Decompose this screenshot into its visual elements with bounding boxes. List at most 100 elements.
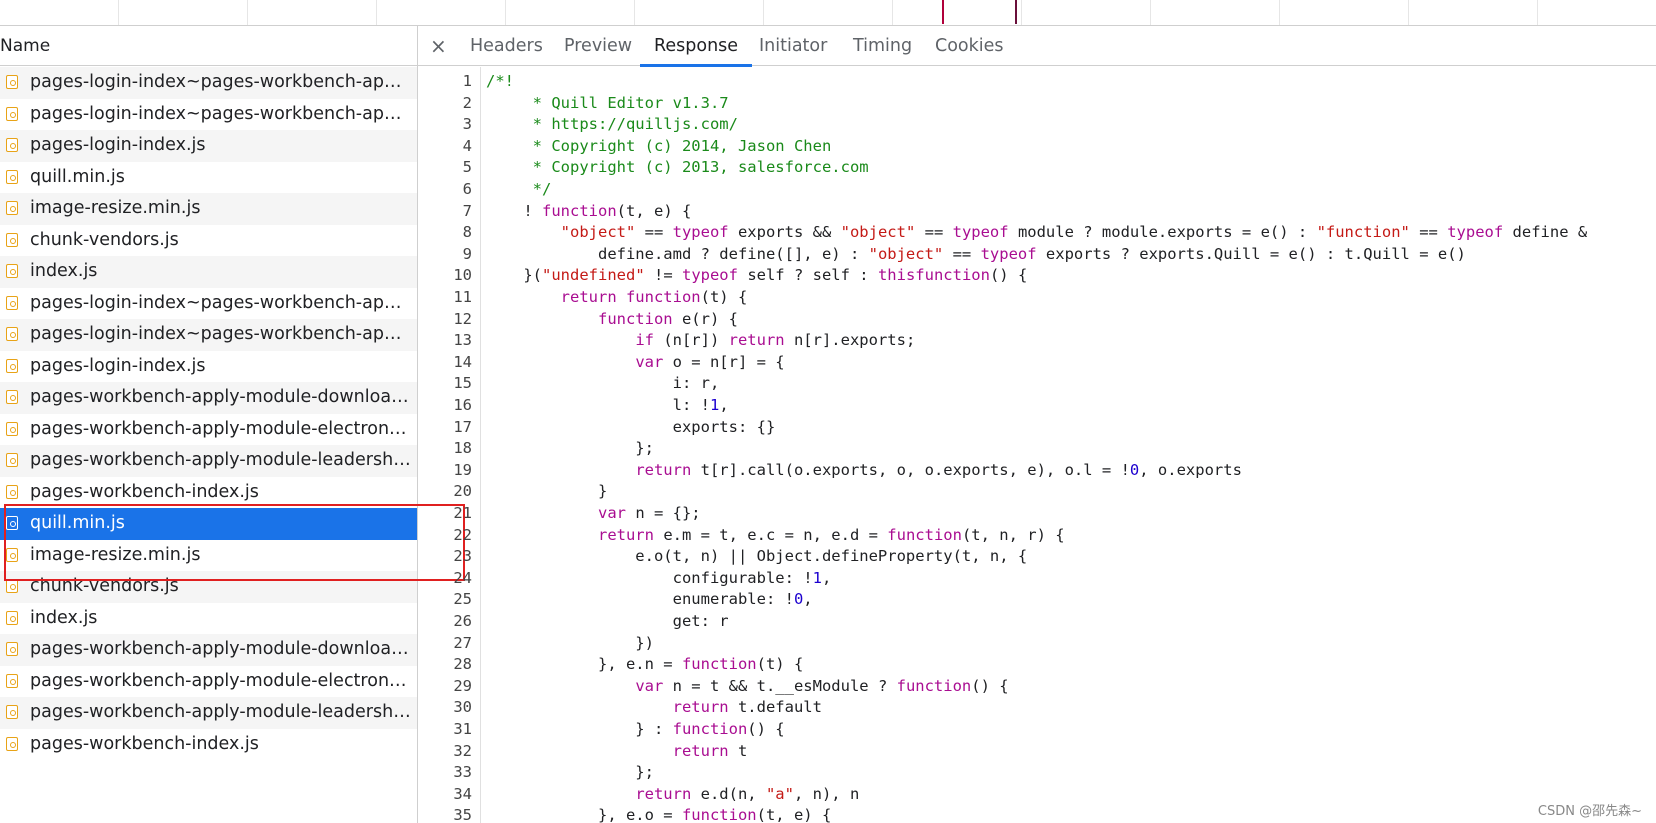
line-number: 19 [453, 460, 472, 479]
request-row[interactable]: pages-login-index.js [0, 130, 417, 162]
code-line: var n = t && t.__esModule ? function() { [486, 676, 1008, 698]
line-number: 22 [453, 525, 472, 544]
code-line: return function(t) { [486, 287, 748, 309]
code-token: return [635, 460, 692, 479]
tab-response[interactable]: Response [639, 26, 753, 67]
script-file-icon [6, 264, 18, 278]
script-file-icon [6, 75, 18, 89]
code-token: e.d(n, [691, 784, 766, 803]
tab-initiator[interactable]: Initiator [759, 26, 827, 66]
code-token: "a" [765, 784, 794, 803]
request-row[interactable]: pages-login-index~pages-workbench-apply-… [0, 67, 417, 99]
line-number: 7 [462, 201, 472, 220]
script-file-icon [6, 484, 18, 499]
line-number: 26 [453, 612, 472, 630]
code-line: return e.m = t, e.c = n, e.d = function(… [486, 525, 1065, 547]
code-token: "object" [868, 244, 944, 263]
line-number-gutter: 1 2 3 4 5 6 7 8 9 10 11 12 13 14 15 16 17 18 19 20 21 22 23 24 2… [418, 67, 481, 823]
script-file-icon [6, 327, 18, 341]
code-line: configurable: !1, [486, 568, 832, 590]
request-row[interactable]: pages-workbench-apply-module-downloadCe.… [0, 634, 417, 666]
request-row[interactable]: pages-workbench-index.js [0, 729, 417, 761]
code-token: e.o(t, n) || Object.defineProperty(t, n,… [486, 547, 1028, 566]
request-name: pages-workbench-index.js [30, 733, 259, 754]
code-token: o = n[r] = { [663, 352, 785, 371]
code-line: * Quill Editor v1.3.7 [486, 93, 729, 115]
line-number: 9 [462, 244, 472, 263]
code-token: == [915, 223, 953, 242]
code-token: 0 [1129, 460, 1140, 479]
script-file-icon [6, 138, 18, 152]
request-row[interactable]: image-resize.min.js [0, 193, 417, 225]
network-timeline-overview[interactable] [0, 0, 1656, 26]
script-file-icon [6, 390, 18, 404]
code-line: * https://quilljs.com/ [486, 114, 738, 136]
code-token: function [542, 201, 617, 220]
code-token: typeof [1447, 223, 1504, 242]
request-row[interactable]: quill.min.js [0, 162, 417, 194]
code-token: (t, e) { [756, 806, 832, 823]
request-row[interactable]: chunk-vendors.js [0, 225, 417, 257]
code-token: }; [486, 439, 654, 458]
code-line: }) [486, 633, 654, 655]
timeline-gridline [247, 0, 248, 25]
line-number: 30 [453, 698, 472, 717]
code-token: "undefined" [542, 266, 645, 285]
request-list: pages-login-index~pages-workbench-apply-… [0, 67, 417, 760]
script-file-icon [6, 705, 18, 719]
tab-headers[interactable]: Headers [470, 26, 543, 66]
tab-cookies[interactable]: Cookies [935, 26, 1004, 66]
code-line: } [486, 481, 607, 503]
line-number: 3 [462, 115, 472, 134]
code-line: enumerable: !0, [486, 589, 813, 611]
code-line: }("undefined" != typeof self ? self : th… [486, 265, 1027, 287]
request-name: pages-login-index~pages-workbench-apply-… [30, 72, 417, 92]
code-token: var [635, 352, 664, 371]
code-line: }, e.o = function(t, e) { [486, 805, 831, 823]
timeline-gridline [892, 0, 893, 25]
code-token: (t, n, r) { [961, 525, 1065, 544]
tab-preview[interactable]: Preview [564, 26, 632, 66]
code-line: if (n[r]) return n[r].exports; [486, 330, 915, 352]
code-token: t[r].call(o.exports, o, o.exports, e), o… [691, 460, 1130, 479]
code-token: }; [486, 763, 654, 782]
request-row[interactable]: pages-login-index~pages-workbench-apply-… [0, 99, 417, 131]
request-row[interactable]: pages-workbench-apply-module-downloadCe.… [0, 382, 417, 414]
request-row[interactable]: pages-workbench-apply-module-leadershipA… [0, 445, 417, 477]
code-token: get: r [486, 612, 729, 630]
name-column-header[interactable]: Name [0, 26, 417, 66]
request-row[interactable]: pages-workbench-apply-module-electronicO… [0, 666, 417, 698]
request-row[interactable]: index.js [0, 256, 417, 288]
line-number: 4 [462, 136, 472, 155]
tab-timing[interactable]: Timing [853, 26, 912, 66]
code-token: * Quill Editor v1.3.7 [486, 93, 729, 112]
line-number: 32 [453, 741, 472, 760]
request-row[interactable]: index.js [0, 603, 417, 635]
request-row[interactable]: pages-workbench-apply-module-electronicO… [0, 414, 417, 446]
code-token: , o.exports [1139, 460, 1242, 479]
code-token: return [635, 784, 692, 803]
code-line: * Copyright (c) 2014, Jason Chen [486, 136, 832, 158]
script-file-icon [6, 610, 18, 625]
code-line: function e(r) { [486, 309, 738, 331]
request-row[interactable]: pages-login-index~pages-workbench-apply-… [0, 319, 417, 351]
script-file-icon [6, 453, 18, 467]
code-token: function [887, 525, 962, 544]
code-token: function [597, 309, 673, 328]
code-token: function [672, 720, 748, 738]
response-code-viewer[interactable]: 1 2 3 4 5 6 7 8 9 10 11 12 13 14 15 16 17 18 19 20 21 22 23 24 2… [418, 67, 1656, 823]
close-icon[interactable]: × [430, 26, 447, 66]
request-row[interactable]: pages-workbench-apply-module-leadershipA… [0, 697, 417, 729]
request-row[interactable]: pages-login-index.js [0, 351, 417, 383]
line-number: 8 [462, 223, 472, 242]
code-token: enumerable: ! [486, 590, 794, 609]
code-token: return [597, 525, 654, 544]
request-name: pages-workbench-apply-module-electronicO… [30, 418, 417, 439]
code-token: e(r) { [672, 309, 738, 328]
watermark: CSDN @邵先森~ [1537, 804, 1642, 819]
request-row[interactable]: pages-login-index~pages-workbench-apply-… [0, 288, 417, 320]
